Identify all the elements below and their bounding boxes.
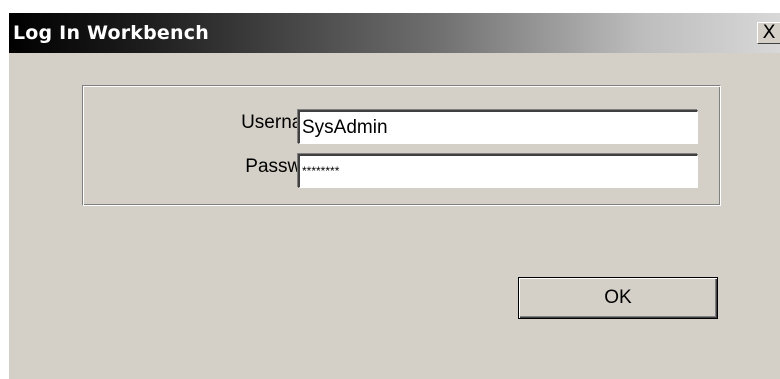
- ok-button[interactable]: OK: [518, 277, 718, 319]
- username-field[interactable]: [298, 110, 698, 144]
- window-title: Log In Workbench: [13, 22, 209, 44]
- close-icon: X: [762, 21, 776, 43]
- password-field[interactable]: [298, 154, 698, 188]
- screen-edge: [0, 0, 8, 379]
- login-dialog: Log In Workbench X Username: Password: O…: [8, 12, 780, 379]
- credentials-group: Username: Password:: [82, 85, 721, 206]
- title-bar[interactable]: Log In Workbench X: [9, 13, 780, 53]
- close-button[interactable]: X: [757, 22, 780, 44]
